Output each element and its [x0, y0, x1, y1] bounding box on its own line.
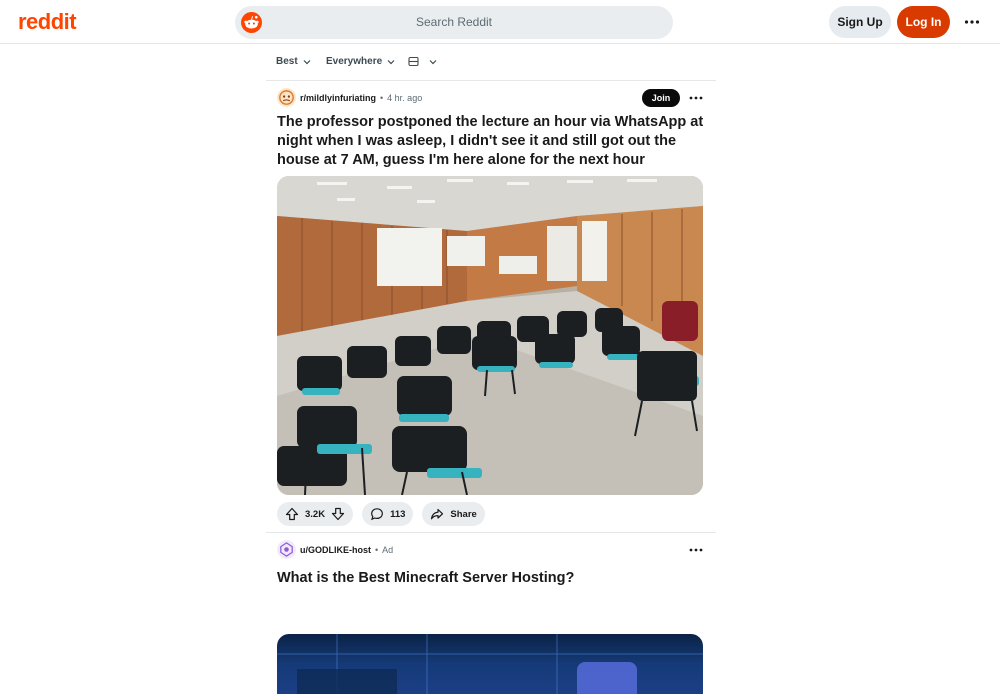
- share-icon: [431, 508, 444, 520]
- location-dropdown[interactable]: Everywhere: [326, 56, 396, 67]
- sign-up-button[interactable]: Sign Up: [829, 6, 891, 38]
- sort-bar: Best Everywhere: [266, 44, 716, 81]
- author-name[interactable]: u/GODLIKE-host: [300, 545, 371, 555]
- chevron-down-icon: [429, 59, 437, 64]
- comments-button[interactable]: 113: [362, 502, 414, 526]
- meta-separator: •: [380, 92, 384, 103]
- post-more-icon[interactable]: [685, 89, 707, 107]
- post-card[interactable]: r/mildlyinfuriating • 4 hr. ago Join The…: [266, 82, 716, 533]
- ad-post-card[interactable]: u/GODLIKE-host • Ad What is the Best Min…: [266, 534, 716, 694]
- view-dropdown[interactable]: [408, 56, 438, 67]
- search-bar[interactable]: Search Reddit: [235, 6, 673, 39]
- chevron-down-icon: [387, 59, 395, 64]
- subreddit-avatar[interactable]: [277, 88, 296, 107]
- user-avatar[interactable]: [277, 540, 296, 559]
- sort-label: Best: [276, 56, 298, 67]
- upvote-icon[interactable]: [285, 507, 299, 521]
- log-in-button[interactable]: Log In: [897, 6, 950, 38]
- location-label: Everywhere: [326, 56, 383, 67]
- post-image[interactable]: [277, 176, 703, 495]
- share-label: Share: [450, 508, 477, 520]
- more-options-icon[interactable]: [962, 12, 982, 32]
- join-button[interactable]: Join: [642, 89, 680, 107]
- post-time: 4 hr. ago: [387, 92, 423, 103]
- top-header: reddit Search Reddit Sign Up Log In: [0, 0, 1000, 44]
- post-actions: 3.2K 113 Share: [277, 502, 485, 526]
- classroom-image-icon: [277, 176, 703, 495]
- downvote-icon[interactable]: [331, 507, 345, 521]
- post-title[interactable]: What is the Best Minecraft Server Hostin…: [277, 569, 707, 588]
- comment-icon: [371, 508, 383, 521]
- post-meta: r/mildlyinfuriating • 4 hr. ago: [277, 88, 422, 107]
- share-button[interactable]: Share: [422, 502, 485, 526]
- layout-view-icon: [408, 56, 419, 67]
- server-hosting-ad-image-icon: [277, 634, 703, 694]
- subreddit-name[interactable]: r/mildlyinfuriating: [300, 93, 376, 103]
- sort-dropdown[interactable]: Best: [276, 56, 312, 67]
- post-more-icon[interactable]: [685, 541, 707, 559]
- chevron-down-icon: [303, 59, 311, 64]
- vote-pill: 3.2K: [277, 502, 354, 526]
- search-input[interactable]: Search Reddit: [235, 15, 673, 29]
- ad-image[interactable]: [277, 634, 703, 694]
- comment-count: 113: [390, 508, 406, 520]
- meta-separator: •: [375, 544, 379, 555]
- reddit-logo[interactable]: reddit: [18, 9, 77, 35]
- post-meta: u/GODLIKE-host • Ad: [277, 540, 393, 559]
- post-title[interactable]: The professor postponed the lecture an h…: [277, 113, 707, 170]
- ad-label: Ad: [382, 544, 394, 555]
- vote-count: 3.2K: [305, 508, 326, 520]
